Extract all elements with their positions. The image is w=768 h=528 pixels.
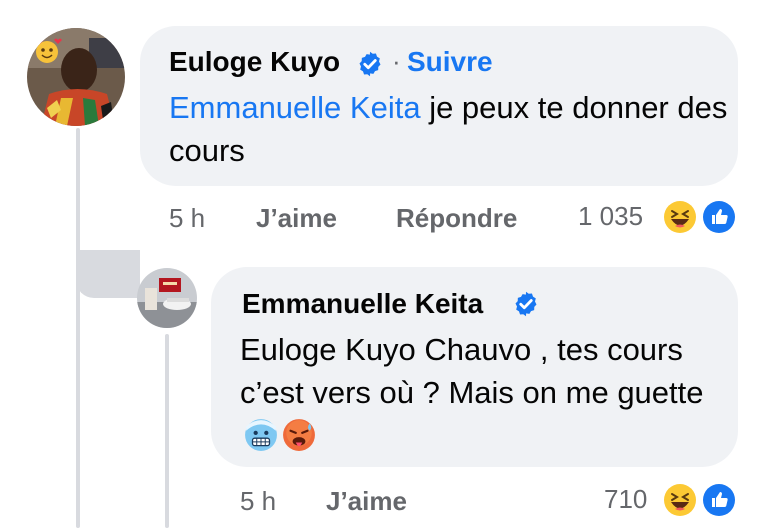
thread-branch-line — [76, 250, 140, 298]
mention-link[interactable]: Emmanuelle Keita — [169, 90, 421, 125]
reaction-count[interactable]: 1 035 — [578, 201, 643, 232]
cold-face-icon — [244, 418, 278, 452]
reply-thread-line — [165, 334, 169, 528]
follow-button[interactable]: Suivre — [407, 46, 493, 78]
separator-dot: · — [392, 46, 401, 76]
reply-author-name[interactable]: Emmanuelle Keita — [242, 288, 483, 320]
like-icon[interactable] — [700, 198, 738, 236]
avatar-emmanuelle-keita[interactable] — [137, 268, 197, 328]
thread-line — [76, 128, 80, 528]
comment-author-name[interactable]: Euloge Kuyo — [169, 46, 340, 78]
haha-icon[interactable] — [661, 481, 699, 519]
reply-button[interactable]: Répondre — [396, 203, 517, 234]
comment-text: Emmanuelle Keita je peux te donner des c… — [169, 86, 729, 172]
reply-body: Euloge Kuyo Chauvo , tes cours c’est ver… — [240, 332, 704, 410]
reply-timestamp[interactable]: 5 h — [240, 486, 276, 517]
verified-badge-icon — [512, 290, 540, 318]
hot-face-icon — [282, 418, 316, 452]
reply-reaction-count[interactable]: 710 — [604, 484, 647, 515]
reply-like-button[interactable]: J’aime — [326, 486, 407, 517]
like-button[interactable]: J’aime — [256, 203, 337, 234]
like-icon[interactable] — [700, 481, 738, 519]
comment-timestamp[interactable]: 5 h — [169, 203, 205, 234]
reply-text: Euloge Kuyo Chauvo , tes cours c’est ver… — [240, 328, 730, 457]
haha-icon[interactable] — [661, 198, 699, 236]
verified-badge-icon — [356, 50, 384, 78]
avatar-euloge-kuyo[interactable] — [27, 28, 125, 126]
